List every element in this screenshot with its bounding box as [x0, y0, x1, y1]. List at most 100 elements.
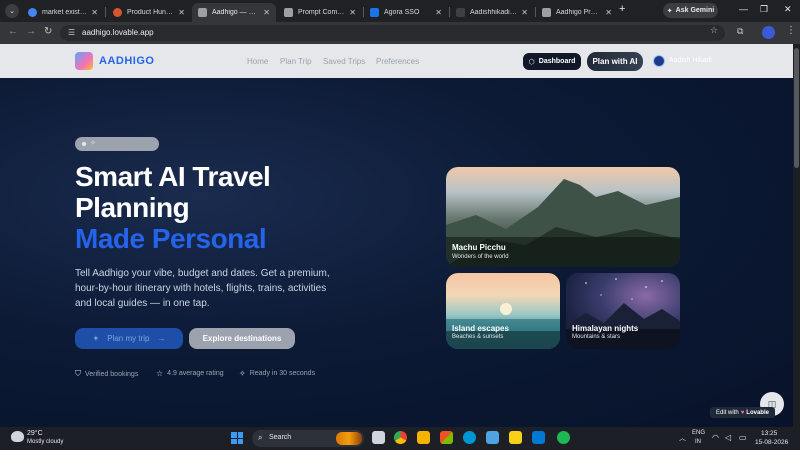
url-text[interactable]: aadhigo.lovable.app — [82, 28, 154, 37]
gemini-sparkle-icon: ✦ — [666, 7, 673, 15]
feature-average-rating: ☆ 4.9 average rating — [156, 369, 224, 378]
tray-overflow-chevron-icon[interactable]: ︿ — [679, 433, 686, 443]
photos-icon[interactable] — [486, 431, 499, 444]
brand-name[interactable]: AADHIGO — [99, 55, 154, 67]
search-highlight-image — [336, 432, 362, 445]
weather-temperature[interactable]: 29°C — [27, 430, 43, 437]
battery-icon[interactable]: ▭ — [739, 433, 747, 442]
edit-with-lovable-badge[interactable]: Edit with ♥ Lovable — [710, 407, 775, 418]
sparkles-icon: ✦ — [92, 334, 100, 343]
file-explorer-icon[interactable] — [417, 431, 430, 444]
user-avatar[interactable] — [653, 55, 665, 67]
tab-aadishhikadi[interactable]: Aadishhikadi | Ba ✕ — [450, 3, 534, 22]
minimize-button[interactable]: — — [739, 4, 748, 14]
window-close-button[interactable]: ✕ — [784, 4, 792, 15]
back-arrow-icon[interactable]: ← — [8, 26, 18, 37]
plan-my-trip-button[interactable]: ✦ Plan my trip → — [75, 328, 183, 349]
close-icon[interactable]: ✕ — [178, 8, 185, 17]
feature-verified-bookings: ⛉ Verified bookings — [75, 369, 139, 378]
close-icon[interactable]: ✕ — [435, 8, 442, 17]
nav-plan-trip[interactable]: Plan Trip — [280, 57, 312, 66]
tab-search-button[interactable]: ⌄ — [5, 4, 19, 18]
hero-badge: ✧ — [75, 137, 159, 151]
site-header: AADHIGO Home Plan Trip Saved Trips Prefe… — [0, 44, 793, 78]
ba-favicon-icon — [456, 8, 465, 17]
close-icon[interactable]: ✕ — [349, 8, 356, 17]
hp-icon[interactable] — [463, 431, 476, 444]
bookmark-star-icon[interactable]: ☆ — [710, 25, 718, 36]
plan-with-ai-button[interactable]: Plan with AI — [587, 52, 643, 71]
tab-product-hunt[interactable]: Product Hunt – Th ✕ — [107, 3, 191, 22]
chrome-icon[interactable] — [394, 431, 407, 444]
card-title: Himalayan nights — [572, 324, 639, 333]
site-info-icon[interactable]: ☰ — [68, 28, 75, 37]
clock-time[interactable]: 13:25 — [761, 430, 777, 437]
tab-aadhigo[interactable]: Aadhigo — Smart ✕ — [192, 3, 276, 22]
nav-preferences[interactable]: Preferences — [376, 57, 419, 66]
clock-date[interactable]: 15-08-2026 — [755, 439, 788, 446]
tab-agora-sso[interactable]: Agora SSO ✕ — [364, 3, 448, 22]
extensions-puzzle-icon[interactable]: ⧉ — [737, 26, 743, 37]
forward-arrow-icon[interactable]: → — [26, 26, 36, 37]
windows-start-icon[interactable] — [231, 432, 243, 444]
address-bar[interactable]: ☰ aadhigo.lovable.app — [60, 25, 725, 41]
card-subtitle: Mountains & stars — [572, 334, 621, 340]
feature-ready-fast: ✧ Ready in 30 seconds — [239, 369, 316, 378]
kebab-menu-icon[interactable]: ⋮ — [786, 25, 796, 36]
profile-avatar-icon[interactable] — [762, 26, 775, 39]
wifi-icon[interactable]: ◠ — [712, 433, 719, 442]
search-icon: ⌕ — [258, 433, 263, 442]
dashboard-button[interactable]: ⬡ Dashboard — [523, 53, 581, 70]
lovable-heart-icon: ♥ — [740, 409, 745, 416]
tab-aadhigo-product[interactable]: Aadhigo Product ✕ — [536, 3, 618, 22]
status-dot-icon — [82, 142, 86, 146]
reload-icon[interactable]: ↻ — [44, 26, 52, 37]
close-icon[interactable]: ✕ — [605, 8, 612, 17]
google-favicon-icon — [28, 8, 37, 17]
windows-taskbar: 29°C Mostly cloudy ⌕ Search ︿ ENG IN ◠ ◁… — [0, 427, 800, 450]
tab-market[interactable]: market existing w ✕ — [22, 3, 104, 22]
card-title: Machu Picchu — [452, 243, 506, 252]
agora-favicon-icon — [370, 8, 379, 17]
shield-icon: ⬡ — [528, 58, 535, 66]
user-name[interactable]: Aadish Hikadi — [669, 57, 712, 64]
input-language[interactable]: ENG — [692, 430, 705, 436]
volume-icon[interactable]: ◁ — [725, 433, 731, 442]
close-icon[interactable]: ✕ — [521, 8, 528, 17]
input-region[interactable]: IN — [695, 439, 701, 445]
hero-description: Tell Aadhigo your vibe, budget and dates… — [75, 268, 330, 309]
hero-title-accent: Made Personal — [75, 223, 267, 254]
card-title: Island escapes — [452, 324, 509, 333]
scrollbar-thumb[interactable] — [794, 48, 799, 168]
card-subtitle: Beaches & sunsets — [452, 334, 504, 340]
browser-tab-strip: ⌄ market existing w ✕ Product Hunt – Th … — [0, 0, 800, 22]
new-tab-button[interactable]: + — [619, 3, 625, 15]
outlook-icon[interactable] — [532, 431, 545, 444]
hero-title: Smart AI Travel Planning Made Personal — [75, 161, 271, 254]
explore-destinations-button[interactable]: Explore destinations — [189, 328, 295, 349]
weather-description[interactable]: Mostly cloudy — [27, 439, 63, 445]
sparkles-icon: ✧ — [239, 369, 246, 378]
destination-card-machu-picchu[interactable]: Machu Picchu Wonders of the world — [446, 167, 680, 267]
close-icon[interactable]: ✕ — [91, 8, 98, 17]
ask-gemini-button[interactable]: ✦ Ask Gemini — [663, 3, 718, 18]
nav-saved-trips[interactable]: Saved Trips — [323, 57, 365, 66]
microsoft-store-icon[interactable] — [440, 431, 453, 444]
browser-toolbar: ← → ↻ ☰ aadhigo.lovable.app ☆ ⧉ ⋮ — [0, 22, 800, 44]
product-hunt-favicon-icon — [113, 8, 122, 17]
maximize-button[interactable]: ❐ — [760, 4, 768, 15]
sparkle-icon: ✧ — [90, 140, 96, 147]
aadhigo-product-favicon-icon — [542, 8, 551, 17]
close-icon[interactable]: ✕ — [263, 8, 270, 17]
cloud-weather-icon[interactable] — [11, 431, 24, 442]
sticky-notes-icon[interactable] — [509, 431, 522, 444]
page-viewport: AADHIGO Home Plan Trip Saved Trips Prefe… — [0, 44, 793, 427]
aadhigo-logo-icon[interactable] — [75, 52, 93, 70]
spotify-icon[interactable] — [557, 431, 570, 444]
nav-home[interactable]: Home — [247, 57, 268, 66]
destination-card-island-escapes[interactable]: Island escapes Beaches & sunsets — [446, 273, 560, 349]
tab-prompt-compress[interactable]: Prompt Compress ✕ — [278, 3, 362, 22]
taskbar-search[interactable]: ⌕ Search — [252, 430, 364, 447]
destination-card-himalayan-nights[interactable]: Himalayan nights Mountains & stars — [566, 273, 680, 349]
task-view-icon[interactable] — [372, 431, 385, 444]
